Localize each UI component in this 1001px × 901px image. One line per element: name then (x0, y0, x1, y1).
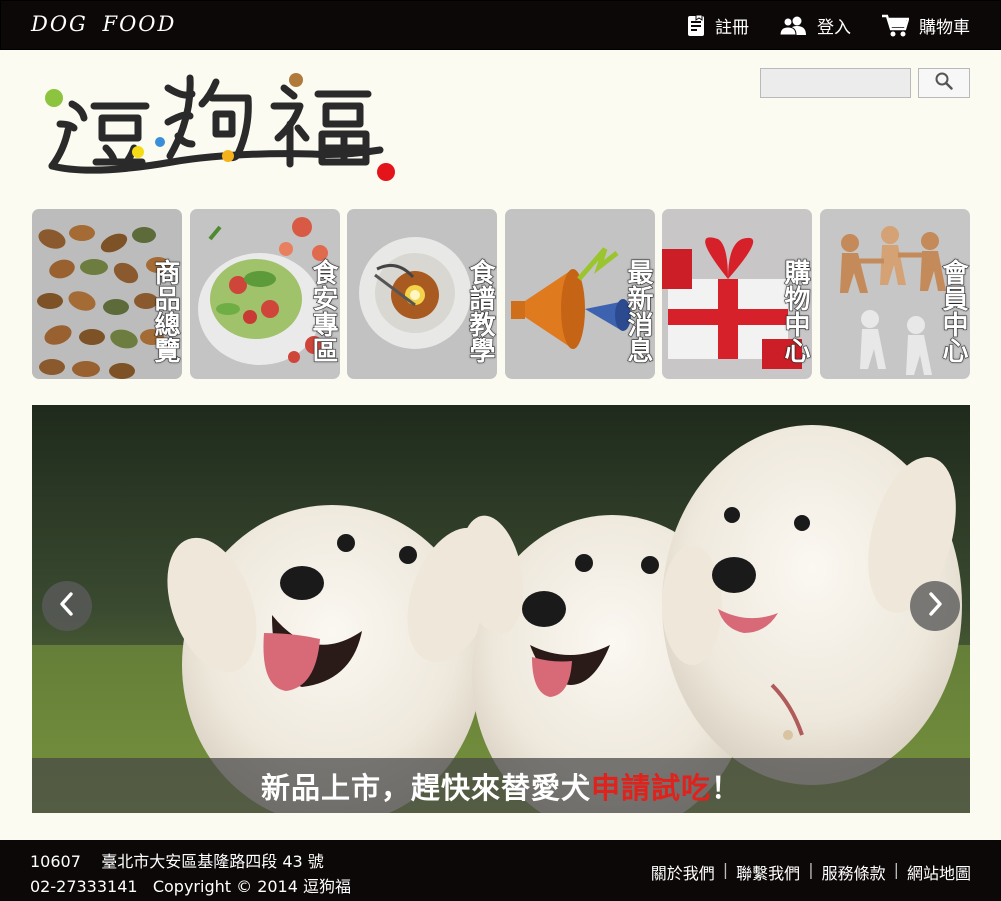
top-bar: DOG FOOD 註冊 登入 購物車 (0, 0, 1001, 50)
footer-link-sitemap[interactable]: 網站地圖 (907, 860, 971, 884)
hero-banner: 新品上市，趕快來替愛犬 申請試吃！ (32, 405, 970, 813)
cart-icon (881, 14, 909, 38)
register-icon (687, 14, 705, 37)
banner-caption[interactable]: 新品上市，趕快來替愛犬 申請試吃！ (32, 758, 970, 813)
category-label: 購物中心 (780, 259, 811, 364)
footer-address-line: 10607 臺北市大安區基隆路四段 43 號 (30, 848, 324, 872)
login-link[interactable]: 登入 (779, 13, 851, 38)
search-button[interactable] (918, 68, 970, 98)
top-nav: 註冊 登入 購物車 (657, 13, 970, 38)
chevron-right-icon (925, 591, 945, 621)
caption-text: 新品上市，趕快來替愛犬 (260, 770, 591, 805)
users-icon (779, 16, 807, 36)
copyright: Copyright © 2014 逗狗福 (152, 877, 352, 896)
site-logo[interactable] (30, 66, 400, 186)
link-divider: | (808, 860, 814, 879)
category-tile-recipes[interactable]: 食譜教學 (347, 209, 497, 379)
register-label: 註冊 (715, 18, 749, 38)
street-address: 臺北市大安區基隆路四段 43 號 (101, 852, 324, 871)
footer-link-contact[interactable]: 聯繫我們 (736, 860, 800, 884)
footer: 10607 臺北市大安區基隆路四段 43 號 02-27333141 Copyr… (0, 840, 1001, 901)
brand-title[interactable]: DOG FOOD (31, 12, 176, 36)
phone-number: 02-27333141 (30, 877, 138, 896)
category-label: 會員中心 (938, 259, 969, 364)
category-label: 食譜教學 (465, 259, 496, 364)
footer-link-about[interactable]: 關於我們 (651, 860, 715, 884)
footer-link-terms[interactable]: 服務條款 (822, 860, 886, 884)
category-tile-members[interactable]: 會員中心 (820, 209, 970, 379)
category-label: 食安專區 (308, 259, 339, 364)
puppies-photo (32, 405, 970, 813)
cart-label: 購物車 (919, 18, 970, 38)
category-tile-news[interactable]: 最新消息 (505, 209, 655, 379)
search-icon (935, 72, 953, 94)
footer-contact-line: 02-27333141 Copyright © 2014 逗狗福 (30, 873, 351, 897)
category-label: 商品總覽 (150, 259, 181, 364)
next-slide-button[interactable] (910, 581, 960, 631)
category-label: 最新消息 (623, 259, 654, 364)
category-tile-food-safety[interactable]: 食安專區 (190, 209, 340, 379)
chevron-left-icon (57, 591, 77, 621)
category-tiles: 商品總覽 食安專區 食譜教學 最新消息 購物中心 會員中心 (32, 209, 970, 379)
footer-links: 關於我們 | 聯繫我們 | 服務條款 | 網站地圖 (651, 860, 971, 884)
prev-slide-button[interactable] (42, 581, 92, 631)
search-input[interactable] (760, 68, 911, 98)
category-tile-shopping[interactable]: 購物中心 (662, 209, 812, 379)
cart-link[interactable]: 購物車 (881, 13, 970, 38)
postcode: 10607 (30, 852, 81, 871)
caption-end: ！ (711, 770, 742, 805)
category-tile-products[interactable]: 商品總覽 (32, 209, 182, 379)
login-label: 登入 (817, 18, 851, 38)
link-divider: | (893, 860, 899, 879)
register-link[interactable]: 註冊 (687, 13, 749, 38)
link-divider: | (722, 860, 729, 879)
caption-highlight: 申請試吃 (590, 770, 711, 805)
